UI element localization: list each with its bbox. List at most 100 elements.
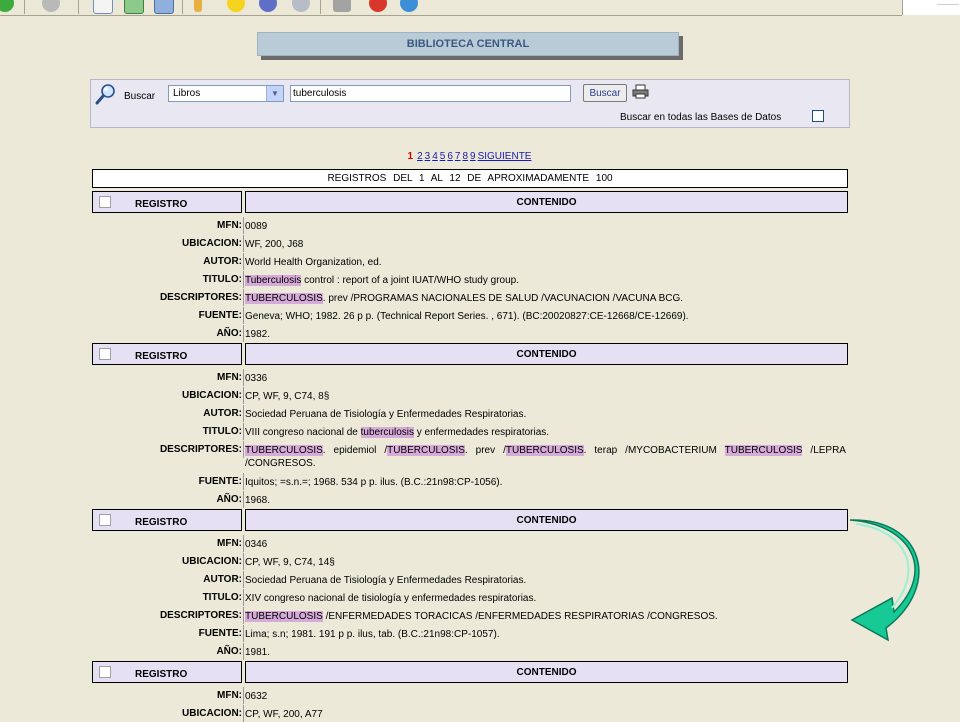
globe-icon[interactable] [259, 0, 277, 12]
all-databases-checkbox[interactable] [812, 110, 824, 122]
field-value-ano: 1968. [245, 495, 271, 506]
page-link-9[interactable]: 9 [470, 151, 476, 162]
field-separator [243, 253, 244, 270]
record-header: REGISTRO CONTENIDO [92, 509, 848, 531]
next-page-link[interactable]: SIGUIENTE [478, 151, 532, 162]
field-value-fuente: Lima; s.n; 1981. 191 p p. ilus, tab. (B.… [245, 629, 500, 640]
field-separator [243, 217, 244, 234]
media-icon[interactable] [369, 0, 387, 12]
search-term-highlight: tuberculosis [360, 427, 414, 438]
record-checkbox[interactable] [99, 514, 111, 526]
field-label-descriptores: DESCRIPTORES: [159, 610, 242, 621]
search-term-highlight: TUBERCULOSIS [245, 293, 323, 304]
field-separator [243, 571, 244, 588]
field-value-fuente: Geneva; WHO; 1982. 26 p p. (Technical Re… [245, 311, 689, 322]
page-link-4[interactable]: 4 [432, 151, 438, 162]
text-segment: XIV congreso nacional de tisiología y en… [245, 593, 537, 604]
field-label-autor: AUTOR: [203, 256, 242, 267]
search-term-highlight: TUBERCULOSIS [245, 611, 323, 622]
back-icon[interactable] [0, 0, 14, 12]
field-label-fuente: FUENTE: [198, 476, 242, 487]
field-label-titulo: TITULO: [202, 426, 242, 437]
field-separator [243, 271, 244, 288]
search-input[interactable] [290, 85, 571, 102]
picture-icon[interactable] [124, 0, 144, 14]
field-label-ubicacion: UBICACION: [182, 238, 242, 249]
field-value-ano: 1982. [245, 329, 271, 340]
field-value-mfn: 0336 [245, 373, 268, 384]
search-label: Buscar [124, 91, 156, 102]
print-toolbar-icon[interactable] [333, 0, 351, 12]
field-label-mfn: MFN: [217, 220, 242, 231]
printer-icon[interactable] [632, 84, 650, 99]
search-button[interactable]: Buscar [583, 84, 627, 102]
record-checkbox[interactable] [99, 666, 111, 678]
field-value-ubicacion: CP, WF, 9, C74, 8§ [245, 391, 330, 402]
field-separator [243, 235, 244, 252]
field-label-ubicacion: UBICACION: [182, 390, 242, 401]
page-link-3[interactable]: 3 [425, 151, 431, 162]
field-label-fuente: FUENTE: [198, 628, 242, 639]
search-term-highlight: TUBERCULOSIS [505, 445, 584, 456]
search-term-highlight: TUBERCULOSIS [724, 445, 803, 456]
cube-icon[interactable] [154, 0, 174, 14]
contenido-label: CONTENIDO [516, 666, 577, 678]
pencil-icon[interactable] [194, 0, 202, 12]
browser-toolbar [0, 0, 902, 16]
messenger-icon[interactable] [400, 0, 418, 12]
database-select-value: Libros [173, 88, 201, 99]
field-label-mfn: MFN: [217, 690, 242, 701]
page-link-8[interactable]: 8 [462, 151, 468, 162]
chevron-down-icon[interactable]: ▼ [266, 86, 283, 101]
field-label-descriptores: DESCRIPTORES: [159, 444, 242, 455]
page-icon[interactable] [93, 0, 113, 14]
registro-label: REGISTRO [135, 351, 188, 362]
field-value-descriptores: TUBERCULOSIS. prev /PROGRAMAS NACIONALES… [245, 292, 846, 305]
stop-icon[interactable] [42, 0, 60, 12]
record-select-cell: REGISTRO [92, 509, 242, 531]
registro-label: REGISTRO [135, 199, 188, 210]
page-link-7[interactable]: 7 [455, 151, 461, 162]
text-segment: . prev / [464, 445, 506, 456]
field-separator [243, 589, 244, 606]
field-separator [243, 473, 244, 490]
field-label-mfn: MFN: [217, 372, 242, 383]
star-icon[interactable] [227, 0, 245, 12]
all-databases-label: Buscar en todas las Bases de Datos [620, 112, 782, 123]
page-link-6[interactable]: 6 [447, 151, 453, 162]
field-value-autor: Sociedad Peruana de Tisiología y Enferme… [245, 575, 527, 586]
text-segment: y enfermedades respiratorias. [414, 427, 550, 438]
field-value-titulo: Tuberculosis control : report of a joint… [245, 274, 846, 287]
field-separator [243, 423, 244, 440]
page-link-5[interactable]: 5 [440, 151, 446, 162]
field-separator [243, 325, 244, 342]
search-term-highlight: Tuberculosis [245, 275, 302, 286]
contenido-header: CONTENIDO [245, 191, 848, 213]
database-select[interactable]: Libros ▼ [168, 85, 284, 102]
field-value-descriptores: TUBERCULOSIS /ENFERMEDADES TORACICAS /EN… [245, 610, 846, 623]
field-label-ano: AÑO: [216, 328, 242, 339]
history-icon[interactable] [292, 0, 310, 12]
record-header: REGISTRO CONTENIDO [92, 191, 848, 213]
contenido-label: CONTENIDO [516, 196, 577, 208]
field-value-fuente: Iquitos; =s.n.=; 1968. 534 p p. ilus. (B… [245, 477, 503, 488]
field-separator [243, 387, 244, 404]
field-label-mfn: MFN: [217, 538, 242, 549]
field-value-ubicacion: WF, 200, J68 [245, 239, 304, 250]
field-separator [243, 607, 244, 624]
field-value-ubicacion: CP, WF, 200, A77 [245, 709, 323, 720]
field-separator [243, 625, 244, 642]
record-checkbox[interactable] [99, 196, 111, 208]
page-link-2[interactable]: 2 [417, 151, 423, 162]
field-label-ubicacion: UBICACION: [182, 708, 242, 719]
field-label-fuente: FUENTE: [198, 310, 242, 321]
page-current: 1 [407, 151, 414, 162]
field-label-autor: AUTOR: [203, 574, 242, 585]
pagination: 1 2 3 4 5 6 7 8 9 SIGUIENTE [0, 151, 940, 162]
record-checkbox[interactable] [99, 348, 111, 360]
field-value-titulo: XIV congreso nacional de tisiología y en… [245, 592, 846, 605]
field-value-descriptores: TUBERCULOSIS. epidemiol /TUBERCULOSIS. p… [245, 444, 846, 470]
field-separator [243, 687, 244, 704]
field-label-ano: AÑO: [216, 494, 242, 505]
field-separator [243, 405, 244, 422]
